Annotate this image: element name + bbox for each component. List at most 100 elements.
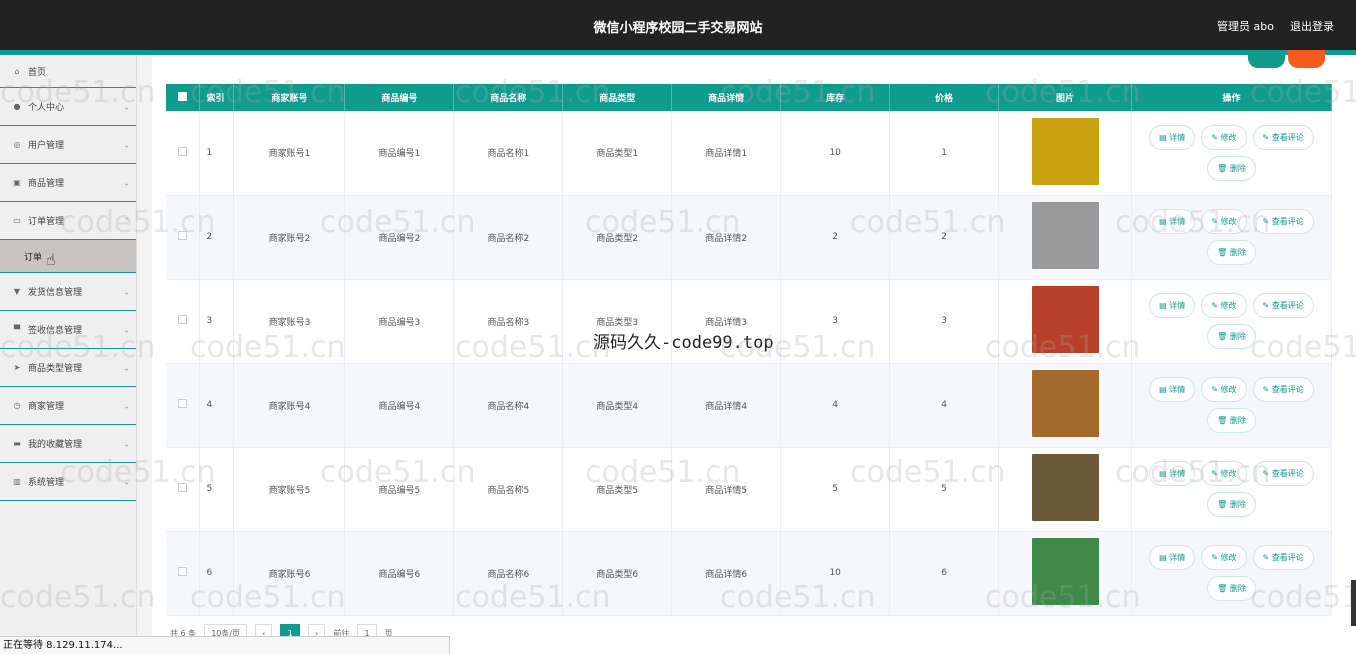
- cell-stock: 10: [780, 531, 891, 616]
- delete-button[interactable]: 🗑 删除: [1207, 155, 1256, 181]
- delete-button[interactable]: 🗑 删除: [1207, 576, 1256, 601]
- view-reviews-button[interactable]: ✎ 查看评论: [1252, 209, 1314, 234]
- product-image: [1031, 202, 1099, 269]
- cell-actions: ▤ 详情 ✎ 修改 ✎ 查看评论 🗑 删除: [1131, 111, 1333, 196]
- sidebar-item-system[interactable]: ▥ 系统管理 ⌄: [0, 463, 136, 501]
- edit-button[interactable]: ✎ 修改: [1201, 293, 1247, 318]
- clock-icon: ◷: [13, 401, 21, 410]
- cell-merchant: 商家账号1: [233, 111, 346, 196]
- cell-stock: 10: [780, 111, 891, 196]
- add-button[interactable]: [1248, 50, 1285, 68]
- cell-code: 商品编号1: [344, 111, 455, 196]
- table-row: 2 商家账号2 商品编号2 商品名称2 商品类型2 商品详情2 2 2 ▤ 详情 ✎ 修改 ✎ 查看…: [166, 195, 1333, 280]
- detail-button[interactable]: ▤ 详情: [1149, 293, 1196, 318]
- sidebar-subitem-label: 订单: [24, 252, 43, 263]
- users-icon: ◎: [13, 140, 21, 149]
- chevron-down-icon: ⌄: [123, 439, 130, 448]
- sidebar-item-shipping[interactable]: ▼ 发货信息管理 ⌄: [0, 273, 136, 311]
- cell-name: 商品名称1: [453, 111, 564, 196]
- view-reviews-button[interactable]: ✎ 查看评论: [1252, 545, 1314, 570]
- cell-code: 商品编号2: [344, 195, 455, 280]
- cell-merchant: 商家账号4: [233, 363, 346, 448]
- cell-detail: 商品详情4: [671, 363, 782, 448]
- cell-actions: ▤ 详情 ✎ 修改 ✎ 查看评论 🗑 删除: [1131, 195, 1333, 280]
- sidebar-item-receipt[interactable]: ▀ 签收信息管理 ⌄: [0, 311, 136, 349]
- cell-image: [998, 279, 1132, 364]
- cell-type: 商品类型6: [562, 531, 673, 616]
- delete-button[interactable]: 🗑 删除: [1207, 408, 1256, 433]
- chevron-down-icon: ⌄: [123, 325, 130, 334]
- row-checkbox[interactable]: [166, 447, 201, 532]
- row-checkbox[interactable]: [166, 531, 201, 616]
- cell-merchant: 商家账号5: [233, 447, 346, 532]
- delete-button[interactable]: 🗑 删除: [1207, 492, 1256, 517]
- sidebar-item-products[interactable]: ▣ 商品管理 ⌄: [0, 164, 136, 202]
- row-checkbox[interactable]: [166, 279, 201, 364]
- cell-actions: ▤ 详情 ✎ 修改 ✎ 查看评论 🗑 删除: [1131, 447, 1333, 532]
- cell-image: [998, 531, 1132, 616]
- cell-actions: ▤ 详情 ✎ 修改 ✎ 查看评论 🗑 删除: [1131, 279, 1333, 364]
- cell-index: 4: [199, 363, 235, 448]
- row-checkbox[interactable]: [166, 195, 201, 280]
- col-name: 商品名称: [453, 84, 564, 111]
- cell-type: 商品类型2: [562, 195, 673, 280]
- cell-merchant: 商家账号2: [233, 195, 346, 280]
- cell-detail: 商品详情6: [671, 531, 782, 616]
- sidebar-item-orders[interactable]: ▭ 订单管理 ⌃: [0, 202, 136, 240]
- delete-button[interactable]: 🗑 删除: [1207, 324, 1256, 349]
- chevron-up-icon: ⌃: [123, 216, 130, 225]
- edit-button[interactable]: ✎ 修改: [1201, 545, 1247, 570]
- col-actions: 操作: [1131, 84, 1333, 111]
- sidebar-item-users[interactable]: ◎ 用户管理 ⌄: [0, 126, 136, 164]
- sidebar-item-label: 首页: [28, 67, 47, 78]
- cell-detail: 商品详情5: [671, 447, 782, 532]
- edit-button[interactable]: ✎ 修改: [1201, 377, 1247, 402]
- detail-button[interactable]: ▤ 详情: [1149, 461, 1196, 486]
- chevron-down-icon: ⌄: [123, 477, 130, 486]
- sidebar-item-label: 订单管理: [28, 217, 65, 227]
- detail-button[interactable]: ▤ 详情: [1149, 545, 1196, 570]
- edit-button[interactable]: ✎ 修改: [1201, 209, 1247, 234]
- cell-image: [998, 111, 1132, 196]
- delete-button[interactable]: 🗑 删除: [1207, 240, 1256, 265]
- cell-name: 商品名称2: [453, 195, 564, 280]
- chevron-down-icon: ⌄: [123, 140, 130, 149]
- sidebar-item-label: 系统管理: [28, 478, 65, 488]
- shipping-icon: ▼: [13, 287, 21, 296]
- logout-button[interactable]: 退出登录: [1290, 18, 1334, 34]
- sidebar-item-profile[interactable]: ● 个人中心 ⌄: [0, 88, 136, 126]
- cell-code: 商品编号5: [344, 447, 455, 532]
- edit-button[interactable]: ✎ 修改: [1201, 124, 1247, 150]
- detail-button[interactable]: ▤ 详情: [1149, 377, 1196, 402]
- view-reviews-button[interactable]: ✎ 查看评论: [1252, 124, 1314, 150]
- sidebar-item-label: 商品类型管理: [28, 364, 83, 374]
- sidebar-item-label: 用户管理: [28, 141, 65, 151]
- cell-index: 2: [199, 195, 235, 280]
- row-checkbox[interactable]: [166, 111, 201, 196]
- sidebar-item-merchants[interactable]: ◷ 商家管理 ⌄: [0, 387, 136, 425]
- edit-button[interactable]: ✎ 修改: [1201, 461, 1247, 486]
- cell-price: 2: [889, 195, 1000, 280]
- detail-button[interactable]: ▤ 详情: [1149, 124, 1196, 150]
- select-all-checkbox[interactable]: [166, 84, 201, 111]
- row-checkbox[interactable]: [166, 363, 201, 448]
- center-watermark: 源码久久-code99.top: [593, 333, 774, 353]
- cell-merchant: 商家账号3: [233, 279, 346, 364]
- sidebar-item-favorites[interactable]: ▬ 我的收藏管理 ⌄: [0, 425, 136, 463]
- view-reviews-button[interactable]: ✎ 查看评论: [1252, 293, 1314, 318]
- cell-image: [998, 195, 1132, 280]
- view-reviews-button[interactable]: ✎ 查看评论: [1252, 377, 1314, 402]
- sidebar-item-home[interactable]: ⌂ 首页: [0, 55, 136, 88]
- view-reviews-button[interactable]: ✎ 查看评论: [1252, 461, 1314, 486]
- chevron-down-icon: ⌄: [123, 102, 130, 111]
- cell-name: 商品名称5: [453, 447, 564, 532]
- cell-stock: 5: [780, 447, 891, 532]
- sidebar-item-product-types[interactable]: ➤ 商品类型管理 ⌄: [0, 349, 136, 387]
- delete-batch-button[interactable]: [1288, 50, 1325, 68]
- scrollbar[interactable]: [1351, 580, 1356, 626]
- sidebar-item-label: 商家管理: [28, 402, 65, 412]
- sidebar-subitem-order[interactable]: 订单 ☝: [0, 240, 136, 273]
- detail-button[interactable]: ▤ 详情: [1149, 209, 1196, 234]
- cell-price: 3: [889, 279, 1000, 364]
- cell-type: 商品类型5: [562, 447, 673, 532]
